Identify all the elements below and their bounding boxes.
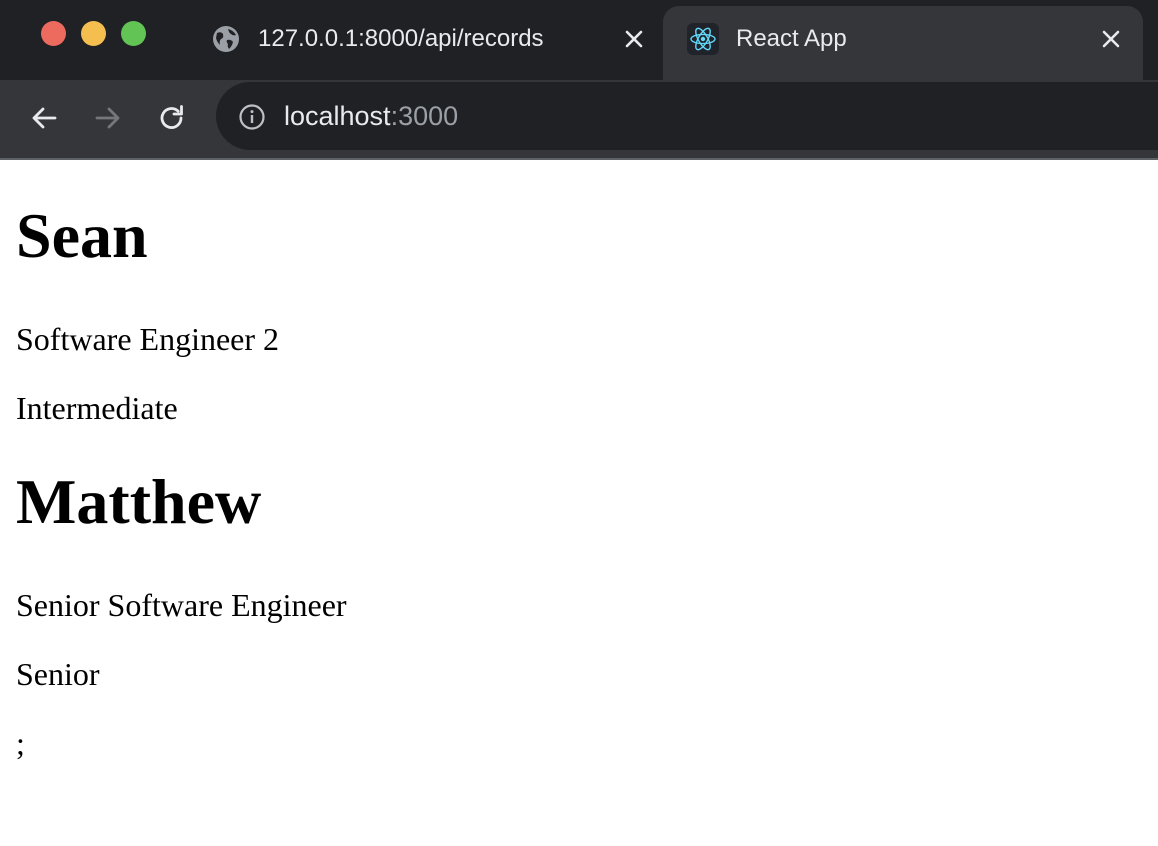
record-level: Senior <box>16 656 100 692</box>
forward-arrow-icon <box>95 107 120 129</box>
record-title: Software Engineer 2 <box>16 321 280 357</box>
tab-title: React App <box>736 25 847 52</box>
globe-icon <box>210 23 242 55</box>
back-arrow-icon <box>32 107 57 129</box>
tab-title: 127.0.0.1:8000/api/records <box>258 25 544 52</box>
window-close-button[interactable] <box>41 21 66 46</box>
trailing-text: ; <box>16 725 25 761</box>
info-icon[interactable] <box>238 103 266 131</box>
browser-chrome: 127.0.0.1:8000/api/records React App loc… <box>0 0 1158 160</box>
record-name: Sean <box>16 200 148 271</box>
record-name: Matthew <box>16 466 262 537</box>
reload-button[interactable] <box>152 98 192 138</box>
toolbar: localhost:3000 <box>0 80 1158 158</box>
forward-button[interactable] <box>88 98 128 138</box>
tab-api-records[interactable]: 127.0.0.1:8000/api/records <box>190 6 660 80</box>
window-maximize-button[interactable] <box>121 21 146 46</box>
tab-strip: 127.0.0.1:8000/api/records React App <box>0 0 1158 80</box>
window-minimize-button[interactable] <box>81 21 106 46</box>
record-level: Intermediate <box>16 390 178 426</box>
react-logo-icon <box>687 23 719 55</box>
url-text: localhost:3000 <box>284 100 458 132</box>
reload-icon <box>160 105 183 129</box>
url-port: :3000 <box>390 101 459 131</box>
address-bar[interactable]: localhost:3000 <box>216 82 1158 150</box>
url-host: localhost <box>284 101 391 131</box>
tab-close-icon[interactable] <box>1099 27 1123 51</box>
tab-react-app[interactable]: React App <box>663 6 1143 80</box>
back-button[interactable] <box>24 98 64 138</box>
tab-close-icon[interactable] <box>622 27 646 51</box>
record-title: Senior Software Engineer <box>16 587 347 623</box>
page-content: Sean Software Engineer 2 Intermediate Ma… <box>0 160 1158 846</box>
